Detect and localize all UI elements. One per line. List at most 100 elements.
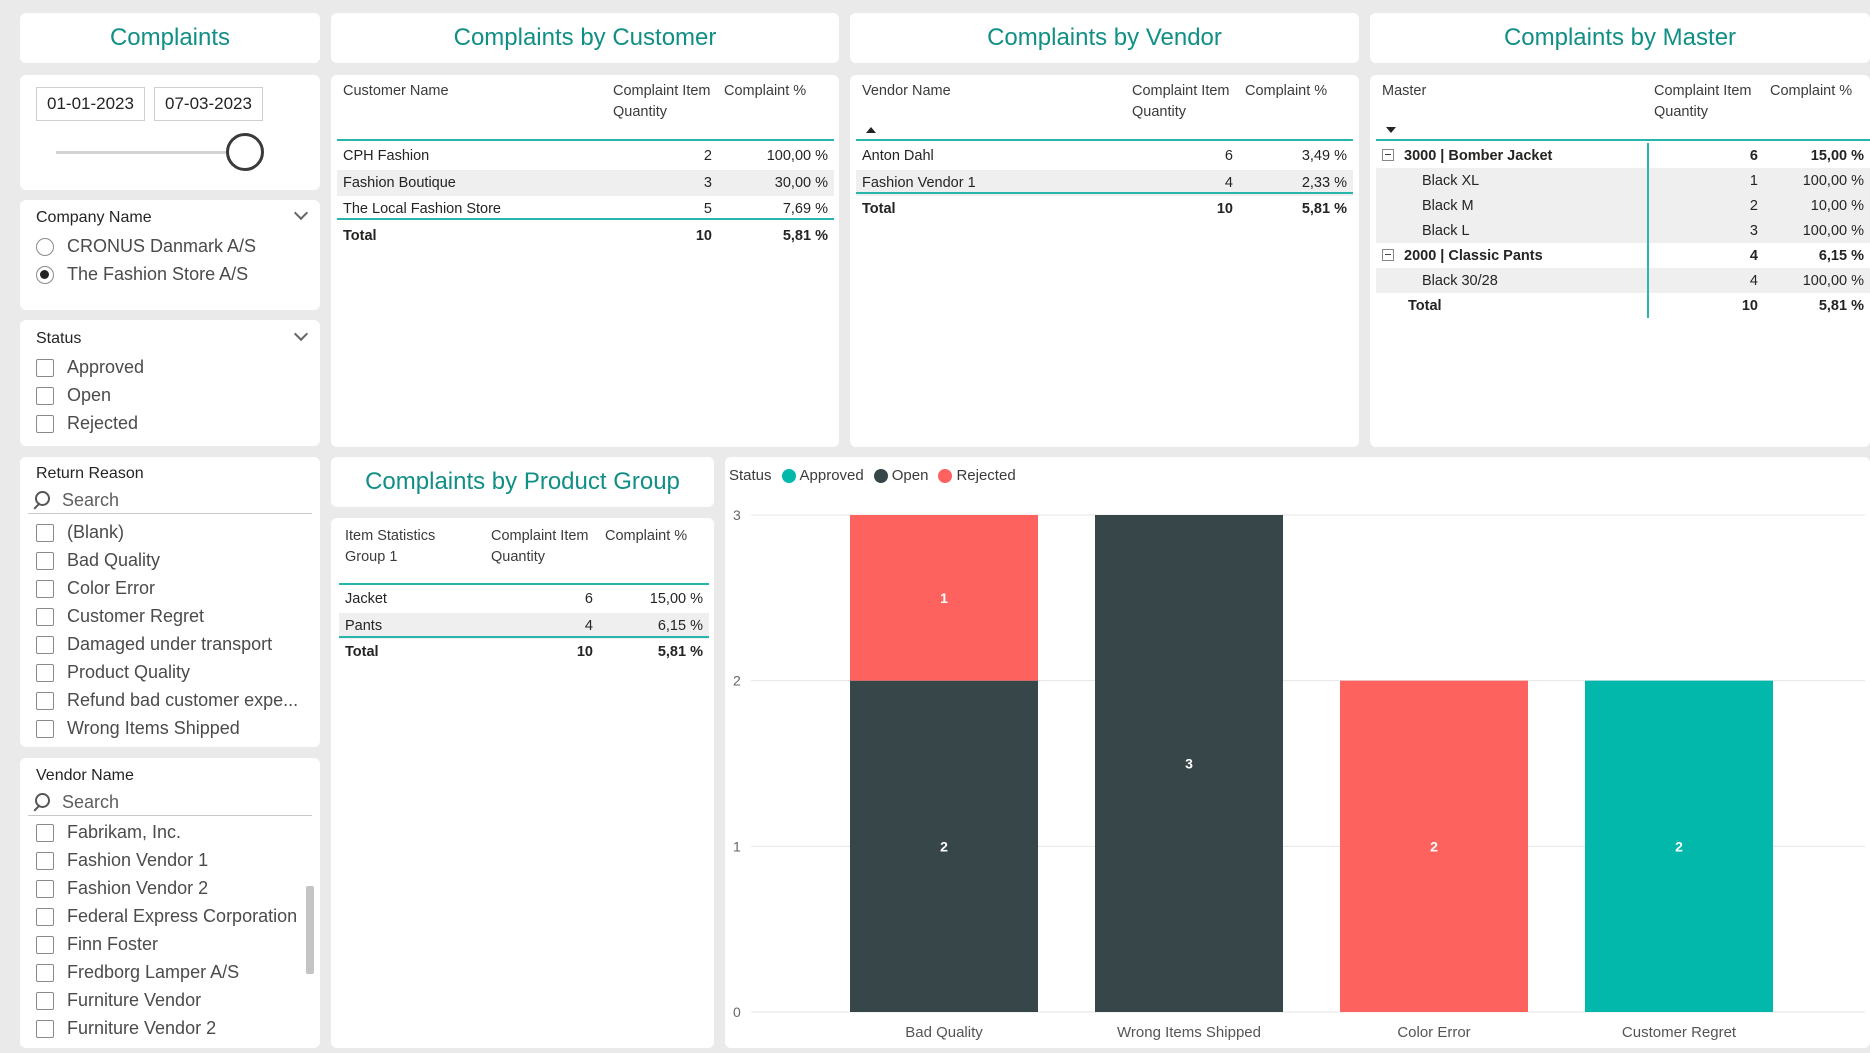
vendor-title-card: Complaints by Vendor	[850, 13, 1359, 63]
start-date-input[interactable]: 01-01-2023	[36, 87, 145, 121]
return-reason-option[interactable]: Bad Quality	[36, 550, 160, 571]
child-row[interactable]: Black 30/28 4 100,00 %	[1376, 268, 1870, 293]
vendor-search[interactable]: Search	[28, 789, 312, 816]
vendor-option[interactable]: Furniture Vendor 2	[36, 1018, 216, 1039]
total-row: Total 10 5,81 %	[339, 639, 709, 666]
complaints-title-card: Complaints	[20, 13, 320, 63]
vendor-slicer-scrollbar[interactable]	[306, 886, 314, 974]
checkbox[interactable]	[36, 991, 54, 1010]
master-visual-title: Complaints by Master	[1503, 24, 1737, 51]
return-reason-slicer: Return Reason Search (Blank) Bad Quality…	[20, 457, 320, 747]
data-label: 2	[1430, 838, 1438, 854]
column-header[interactable]: Master	[1376, 81, 1648, 143]
return-reason-header: Return Reason	[36, 465, 144, 482]
group-row[interactable]: 3000 | Bomber Jacket 6 15,00 %	[1376, 143, 1870, 168]
customer-table-visual: Customer Name Complaint Item Quantity Co…	[331, 75, 839, 447]
checkbox[interactable]	[36, 523, 54, 542]
column-header[interactable]: Complaint %	[718, 81, 834, 143]
checkbox[interactable]	[36, 635, 54, 654]
checkbox[interactable]	[36, 719, 54, 738]
vendor-option[interactable]: Fabrikam, Inc.	[36, 822, 181, 843]
column-header[interactable]: Complaint Item Quantity	[607, 81, 718, 143]
column-header[interactable]: Complaint Item Quantity	[1648, 81, 1764, 143]
column-header[interactable]: Complaint Item Quantity	[1126, 81, 1239, 143]
vendor-option[interactable]: Finn Foster	[36, 934, 158, 955]
column-header[interactable]: Complaint %	[1239, 81, 1353, 143]
return-reason-option[interactable]: (Blank)	[36, 522, 124, 543]
return-reason-option[interactable]: Product Quality	[36, 662, 190, 683]
return-reason-option[interactable]: Damaged under transport	[36, 634, 272, 655]
column-header[interactable]: Complaint Item Quantity	[485, 526, 599, 586]
option-label: Color Error	[67, 578, 156, 598]
collapse-icon[interactable]	[1382, 148, 1394, 161]
vendor-option[interactable]: Fashion Vendor 1	[36, 850, 208, 871]
checkbox[interactable]	[36, 579, 54, 598]
y-tick-label: 3	[733, 507, 741, 523]
status-option[interactable]: Rejected	[36, 413, 138, 434]
checkbox[interactable]	[36, 851, 54, 870]
checkbox[interactable]	[36, 1019, 54, 1038]
vendor-option[interactable]: Fashion Vendor 2	[36, 878, 208, 899]
return-reason-option[interactable]: Color Error	[36, 578, 155, 599]
table-cell: Black M	[1376, 193, 1648, 218]
checkbox[interactable]	[36, 907, 54, 926]
table-row[interactable]: Jacket 6 15,00 %	[339, 586, 709, 613]
return-reason-option[interactable]: Customer Regret	[36, 606, 204, 627]
return-reason-option[interactable]: Refund bad customer expe...	[36, 690, 298, 711]
checkbox[interactable]	[36, 551, 54, 570]
vendor-table: Vendor Name Complaint Item Quantity Comp…	[856, 81, 1353, 223]
checkbox[interactable]	[36, 963, 54, 982]
checkbox[interactable]	[36, 358, 54, 377]
checkbox[interactable]	[36, 935, 54, 954]
total-label: Total	[1408, 297, 1442, 314]
end-date-input[interactable]: 07-03-2023	[154, 87, 263, 121]
group-row[interactable]: 2000 | Classic Pants 4 6,15 %	[1376, 243, 1870, 268]
checkbox[interactable]	[36, 879, 54, 898]
table-cell: 4	[1647, 268, 1764, 293]
chevron-down-icon[interactable]	[293, 326, 309, 342]
child-row[interactable]: Black XL 1 100,00 %	[1376, 168, 1870, 193]
option-label: Bad Quality	[67, 550, 161, 570]
table-cell: 2	[703, 148, 712, 165]
column-header[interactable]: Item Statistics Group 1	[339, 526, 485, 586]
column-header[interactable]: Complaint %	[1764, 81, 1870, 143]
table-cell: 6,15 %	[1818, 247, 1864, 264]
child-row[interactable]: Black M 2 10,00 %	[1376, 193, 1870, 218]
status-option[interactable]: Open	[36, 385, 111, 406]
table-row[interactable]: Fashion Boutique 3 30,00 %	[337, 169, 834, 196]
option-label: Damaged under transport	[67, 634, 273, 654]
product-group-title-card: Complaints by Product Group	[331, 457, 714, 507]
option-label: Refund bad customer expe...	[67, 690, 299, 710]
checkbox[interactable]	[36, 386, 54, 405]
return-reason-search[interactable]: Search	[28, 487, 312, 514]
column-header[interactable]: Customer Name	[337, 81, 607, 143]
header-divider	[1376, 139, 1870, 141]
status-option-label: Rejected	[67, 413, 139, 433]
table-row[interactable]: CPH Fashion 2 100,00 %	[337, 143, 834, 170]
total-cell: 10	[1647, 293, 1764, 318]
checkbox[interactable]	[36, 823, 54, 842]
checkbox[interactable]	[36, 607, 54, 626]
table-row[interactable]: Anton Dahl 6 3,49 %	[856, 143, 1353, 170]
return-reason-option[interactable]: Wrong Items Shipped	[36, 718, 240, 739]
child-row[interactable]: Black L 3 100,00 %	[1376, 218, 1870, 243]
date-range-handle[interactable]	[226, 133, 264, 171]
column-header[interactable]: Vendor Name	[856, 81, 1126, 143]
status-option[interactable]: Approved	[36, 357, 144, 378]
checkbox[interactable]	[36, 691, 54, 710]
sort-ascending-icon[interactable]	[866, 127, 876, 133]
checkbox[interactable]	[36, 414, 54, 433]
chevron-down-icon[interactable]	[293, 205, 309, 221]
sort-descending-icon[interactable]	[1386, 127, 1396, 133]
company-option[interactable]: The Fashion Store A/S	[36, 264, 248, 285]
total-cell: 5,81 %	[1301, 201, 1347, 218]
group-cell: 3000 | Bomber Jacket	[1376, 143, 1648, 168]
vendor-option[interactable]: Furniture Vendor	[36, 990, 201, 1011]
vendor-option[interactable]: Fredborg Lamper A/S	[36, 962, 239, 983]
company-option[interactable]: CRONUS Danmark A/S	[36, 236, 256, 257]
product-group-table: Item Statistics Group 1 Complaint Item Q…	[339, 526, 709, 666]
column-header[interactable]: Complaint %	[599, 526, 709, 586]
collapse-icon[interactable]	[1382, 248, 1394, 261]
vendor-option[interactable]: Federal Express Corporation	[36, 906, 297, 927]
checkbox[interactable]	[36, 663, 54, 682]
